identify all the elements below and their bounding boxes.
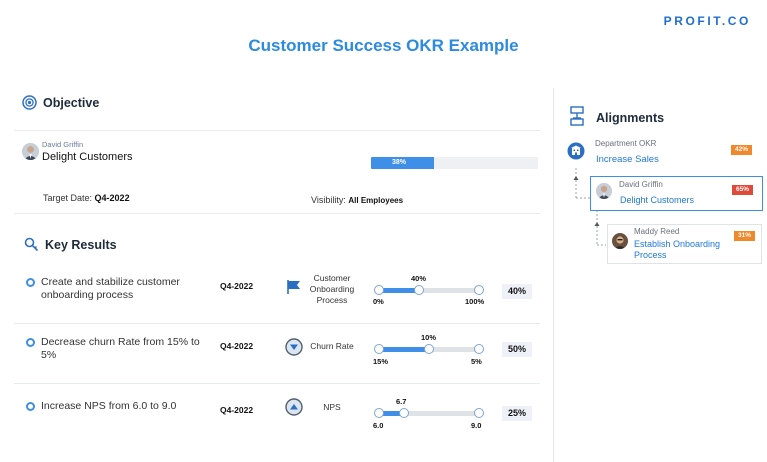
key-result-current-value: 10% <box>421 333 437 342</box>
objective-card[interactable]: David Griffin Delight Customers 38% Targ… <box>14 130 540 214</box>
objective-owner: David Griffin <box>42 140 84 149</box>
target-icon <box>22 95 37 110</box>
key-result-row[interactable]: Increase NPS from 6.0 to 9.0 Q4-2022 NPS 6.… <box>14 386 540 446</box>
key-result-bullet-icon <box>26 338 35 347</box>
slider-current-knob[interactable] <box>424 344 434 354</box>
slider-current-knob[interactable] <box>399 408 409 418</box>
key-result-percent-badge: 25% <box>502 406 532 421</box>
avatar <box>596 183 612 199</box>
key-results-heading: Key Results <box>45 237 117 252</box>
key-result-progress-fill <box>379 347 429 352</box>
key-result-date: Q4-2022 <box>220 405 254 415</box>
key-result-start-value: 6.0 <box>373 421 384 430</box>
key-search-icon <box>24 237 39 252</box>
key-result-current-value: 6.7 <box>396 397 407 406</box>
key-result-bullet-icon <box>26 278 35 287</box>
alignment-department-title[interactable]: Increase Sales <box>596 154 659 165</box>
key-result-percent-badge: 50% <box>502 342 532 357</box>
slider-start-knob <box>374 285 384 295</box>
slider-current-knob[interactable] <box>414 285 424 295</box>
key-result-metric: NPS <box>323 402 341 412</box>
alignment-key-result-badge: 31% <box>734 231 755 241</box>
alignment-objective-badge: 65% <box>732 185 753 195</box>
key-result-date: Q4-2022 <box>220 281 254 291</box>
key-results-header: Key Results <box>24 237 117 252</box>
okr-panel: Objective David Griffin Delight Customer… <box>14 88 540 460</box>
visibility-value: All Employees <box>348 196 404 205</box>
key-result-date: Q4-2022 <box>220 341 254 351</box>
flag-icon <box>285 278 303 296</box>
page-title: Customer Success OKR Example <box>248 36 519 55</box>
key-result-target-value: 9.0 <box>471 421 482 430</box>
key-result-text[interactable]: Increase NPS from 6.0 to 9.0 <box>41 400 211 413</box>
alignment-key-result-owner: Maddy Reed <box>634 227 680 236</box>
arrow-up-icon <box>285 398 303 416</box>
visibility: Visibility: All Employees <box>311 195 403 205</box>
arrow-down-icon <box>285 338 303 356</box>
key-result-row[interactable]: Create and stabilize customer onboarding… <box>14 264 540 324</box>
objective-progress-label: 38% <box>392 159 407 166</box>
alignment-department-label: Department OKR <box>595 139 657 148</box>
objective-title[interactable]: Delight Customers <box>42 151 132 163</box>
key-result-metric: Customer Onboarding Process <box>309 273 355 305</box>
brand-logo: PROFIT.CO <box>663 14 751 28</box>
key-result-percent-badge: 40% <box>502 284 532 299</box>
slider-end-knob <box>474 285 484 295</box>
building-icon <box>567 142 585 165</box>
alignment-objective-owner: David Griffin <box>619 180 663 189</box>
target-date-label: Target Date: <box>43 193 93 203</box>
alignment-department[interactable]: Department OKR Increase Sales 42% <box>562 136 762 166</box>
alignment-objective-title[interactable]: Delight Customers <box>620 195 694 206</box>
avatar <box>22 143 39 160</box>
alignments-panel: Alignments Department OKR Increase Sales… <box>553 88 767 462</box>
slider-end-knob <box>474 344 484 354</box>
key-result-start-value: 15% <box>373 357 389 366</box>
key-result-text[interactable]: Create and stabilize customer onboarding… <box>41 276 211 302</box>
alignment-key-result-title[interactable]: Establish Onboarding Process <box>634 239 729 261</box>
key-result-progress-slider[interactable]: 40% 0% 100% <box>373 274 484 306</box>
key-result-row[interactable]: Decrease churn Rate from 15% to 5% Q4-202… <box>14 324 540 384</box>
visibility-label: Visibility: <box>311 195 346 205</box>
alignment-department-badge: 42% <box>731 145 752 155</box>
target-date-value: Q4-2022 <box>94 193 130 203</box>
alignment-objective[interactable]: David Griffin Delight Customers 65% <box>590 176 763 211</box>
objective-header: Objective <box>22 95 99 110</box>
key-result-progress-slider[interactable]: 6.7 6.0 9.0 <box>373 397 484 430</box>
slider-start-knob <box>374 408 384 418</box>
objective-heading: Objective <box>43 95 100 110</box>
target-date: Target Date: Q4-2022 <box>43 193 130 203</box>
key-result-progress-slider[interactable]: 10% 15% 5% <box>373 333 484 366</box>
key-result-current-value: 40% <box>411 274 427 283</box>
key-result-target-value: 100% <box>465 297 485 306</box>
key-result-text[interactable]: Decrease churn Rate from 15% to 5% <box>41 336 211 362</box>
objective-progress-bar: 38% <box>371 157 538 169</box>
slider-end-knob <box>474 408 484 418</box>
key-result-bullet-icon <box>26 402 35 411</box>
key-result-metric: Churn Rate <box>310 341 354 351</box>
key-result-target-value: 5% <box>471 357 482 366</box>
alignment-key-result[interactable]: Maddy Reed Establish Onboarding Process … <box>607 224 762 264</box>
slider-start-knob <box>374 344 384 354</box>
avatar <box>612 233 628 249</box>
key-result-start-value: 0% <box>373 297 384 306</box>
key-result-progress-fill <box>379 288 419 293</box>
